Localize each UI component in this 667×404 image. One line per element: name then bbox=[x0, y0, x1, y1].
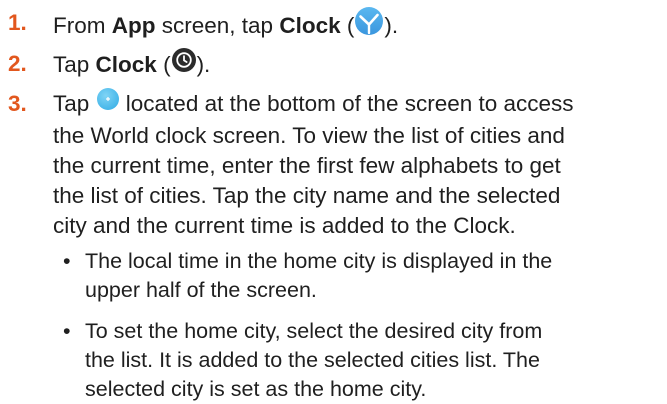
step-line: the World clock screen. To view the list… bbox=[53, 123, 565, 149]
step-line: the list of cities. Tap the city name an… bbox=[53, 183, 561, 209]
text-fragment: From bbox=[53, 12, 112, 38]
clock-tab-icon bbox=[171, 47, 197, 81]
bullet-line: The local time in the home city is displ… bbox=[85, 249, 553, 273]
bullet-line: To set the home city, select the desired… bbox=[85, 319, 543, 343]
bullet-line: selected city is set as the home city. bbox=[85, 377, 427, 401]
bullet-text: To set the home city, select the desired… bbox=[85, 317, 542, 404]
text-fragment: ( bbox=[340, 12, 355, 38]
text-fragment: Tap bbox=[53, 51, 96, 77]
step-number: 1. bbox=[8, 10, 27, 35]
bullet-text: The local time in the home city is displ… bbox=[85, 247, 552, 305]
text-fragment: ). bbox=[384, 12, 399, 38]
text-fragment: screen, tap bbox=[155, 12, 280, 38]
text-fragment: ). bbox=[196, 51, 211, 77]
step-line: city and the current time is added to th… bbox=[53, 213, 516, 239]
bold-term-clock: Clock bbox=[95, 51, 157, 77]
bullet-line: the list. It is added to the selected ci… bbox=[85, 348, 540, 372]
bullet-dot: • bbox=[63, 249, 71, 273]
clock-app-icon bbox=[354, 6, 384, 44]
step-text: Tap located at the bottom of the screen … bbox=[53, 87, 574, 241]
instruction-document: 1. From App screen, tap Clock ( ). 2. Ta bbox=[0, 0, 667, 403]
step-line: Tap located at the bottom of the screen … bbox=[53, 87, 574, 121]
bullet-dot: • bbox=[63, 319, 71, 343]
step-number: 2. bbox=[8, 51, 27, 76]
add-city-button-icon bbox=[96, 87, 120, 119]
text-fragment: located at the bottom of the screen to a… bbox=[119, 91, 574, 116]
step-text: Tap Clock ( ). bbox=[53, 47, 211, 83]
bold-term-app: App bbox=[111, 12, 156, 38]
text-fragment: ( bbox=[156, 51, 171, 77]
bold-term-clock: Clock bbox=[279, 12, 341, 38]
step-text: From App screen, tap Clock ( ). bbox=[53, 6, 399, 46]
step-line: the current time, enter the first few al… bbox=[53, 153, 561, 179]
text-fragment: Tap bbox=[53, 91, 96, 116]
step-number: 3. bbox=[8, 91, 27, 116]
bullet-line: upper half of the screen. bbox=[85, 278, 317, 302]
